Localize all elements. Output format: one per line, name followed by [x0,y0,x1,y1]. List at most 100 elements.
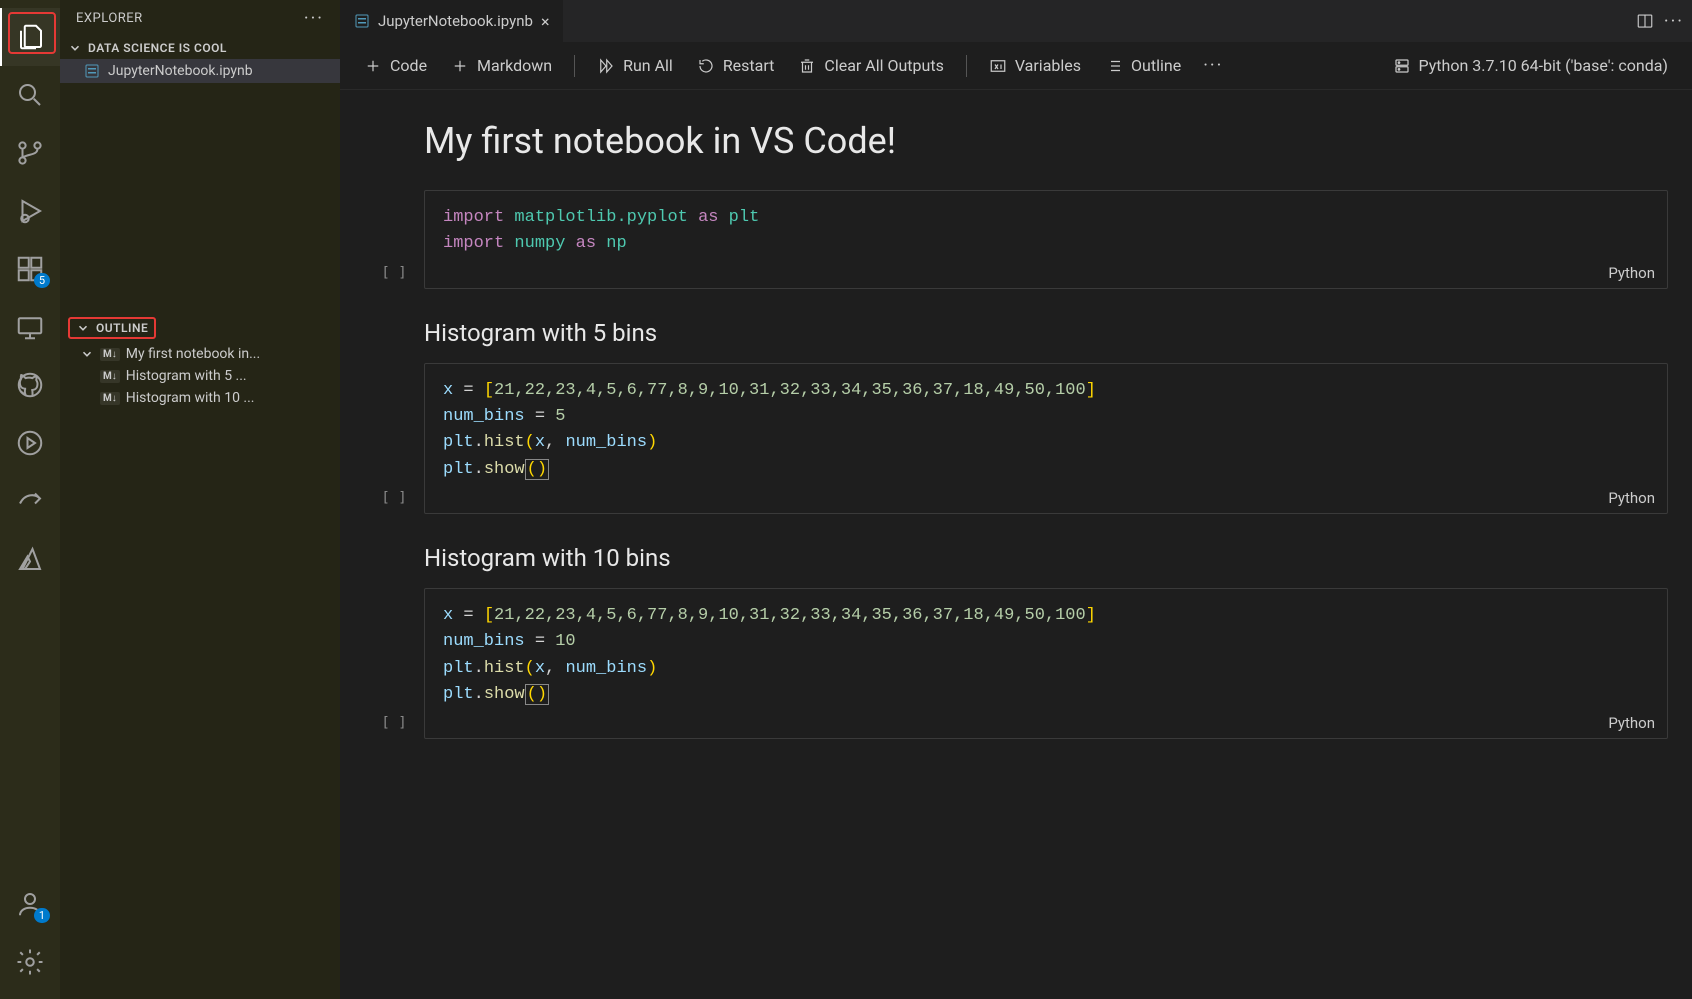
sidebar-more[interactable]: ··· [304,8,324,29]
notebook-title: My first notebook in VS Code! [424,120,1648,162]
clear-outputs-button[interactable]: Clear All Outputs [790,52,951,79]
add-code-label: Code [390,56,427,75]
gear-icon [15,947,45,977]
cell-language[interactable]: Python [1608,264,1655,282]
activity-accounts[interactable]: 1 [0,875,60,933]
branch-icon [15,138,45,168]
add-markdown-button[interactable]: Markdown [443,52,560,79]
markdown-icon: M↓ [100,348,120,361]
run-all-button[interactable]: Run All [589,52,681,79]
clear-outputs-label: Clear All Outputs [824,56,943,75]
file-item[interactable]: JupyterNotebook.ipynb [60,59,340,83]
chevron-down-icon [80,347,94,361]
outline-title: OUTLINE [96,321,148,335]
extensions-badge: 5 [34,273,50,288]
markdown-icon: M↓ [100,392,120,405]
outline-label: Histogram with 10 ... [126,390,255,406]
add-markdown-label: Markdown [477,56,552,75]
github-icon [15,370,45,400]
server-icon [1393,57,1411,75]
code-cell-1[interactable]: [ ] import matplotlib.pyplot as plt impo… [364,190,1668,289]
code-content[interactable]: import matplotlib.pyplot as plt import n… [425,197,1667,282]
cell-prompt: [ ] [364,190,424,289]
activity-playwright[interactable] [0,414,60,472]
variables-button[interactable]: Variables [981,52,1089,79]
kernel-label: Python 3.7.10 64-bit ('base': conda) [1419,56,1668,75]
outline-header[interactable]: OUTLINE [60,313,340,343]
sidebar-title: EXPLORER [76,11,143,26]
separator [966,55,967,77]
separator [574,55,575,77]
activity-run-debug[interactable] [0,182,60,240]
highlight-box-outline: OUTLINE [68,317,156,339]
activity-share[interactable] [0,472,60,530]
folder-header[interactable]: DATA SCIENCE IS COOL [60,37,340,59]
cell-prompt: [ ] [364,588,424,739]
activity-github[interactable] [0,356,60,414]
outline-label: My first notebook in... [126,346,260,362]
notebook-toolbar: Code Markdown Run All Restart Clear All … [340,42,1692,90]
activity-search[interactable] [0,66,60,124]
notebook-file-icon [84,63,100,79]
chevron-down-icon [68,41,82,55]
restart-label: Restart [723,56,775,75]
play-debug-icon [15,196,45,226]
remote-icon [15,312,45,342]
activity-settings[interactable] [0,933,60,991]
toolbar-more[interactable]: ··· [1203,55,1223,76]
play-circle-icon [15,428,45,458]
cell-language[interactable]: Python [1608,489,1655,507]
outline-label: Histogram with 5 ... [126,368,247,384]
cell-prompt: [ ] [364,363,424,514]
activity-bar: 5 1 [0,0,60,999]
outline-item-h1[interactable]: M↓ My first notebook in... [60,343,340,365]
code-cell-2[interactable]: [ ] x = [21,22,23,4,5,6,77,8,9,10,31,32,… [364,363,1668,514]
variables-label: Variables [1015,56,1081,75]
azure-icon [15,544,45,574]
activity-extensions[interactable]: 5 [0,240,60,298]
editor-area: JupyterNotebook.ipynb × ··· Code Markdow… [340,0,1692,999]
tab-label: JupyterNotebook.ipynb [378,12,533,30]
editor-more[interactable]: ··· [1664,11,1684,32]
notebook-body[interactable]: My first notebook in VS Code! [ ] import… [340,90,1692,999]
share-icon [15,486,45,516]
run-all-label: Run All [623,56,673,75]
activity-source-control[interactable] [0,124,60,182]
cell-language[interactable]: Python [1608,714,1655,732]
code-content[interactable]: x = [21,22,23,4,5,6,77,8,9,10,31,32,33,3… [425,595,1667,732]
markdown-icon: M↓ [100,370,120,383]
outline-label: Outline [1131,56,1181,75]
outline-item-h2b[interactable]: M↓ Histogram with 10 ... [60,387,340,409]
outline-item-h2a[interactable]: M↓ Histogram with 5 ... [60,365,340,387]
plus-icon [451,57,469,75]
activity-remote[interactable] [0,298,60,356]
kernel-selector[interactable]: Python 3.7.10 64-bit ('base': conda) [1385,52,1676,79]
tab-notebook[interactable]: JupyterNotebook.ipynb × [340,0,564,42]
heading-5bins: Histogram with 5 bins [424,319,1648,347]
activity-explorer[interactable] [0,8,60,66]
sidebar-header: EXPLORER ··· [60,0,340,37]
search-icon [15,80,45,110]
split-editor-icon[interactable] [1636,12,1654,30]
restart-button[interactable]: Restart [689,52,783,79]
outline-button[interactable]: Outline [1097,52,1189,79]
code-content[interactable]: x = [21,22,23,4,5,6,77,8,9,10,31,32,33,3… [425,370,1667,507]
sidebar: EXPLORER ··· DATA SCIENCE IS COOL Jupyte… [60,0,340,999]
chevron-down-icon [76,321,90,335]
clear-icon [798,57,816,75]
folder-name: DATA SCIENCE IS COOL [88,41,227,55]
notebook-file-icon [354,13,370,29]
activity-azure[interactable] [0,530,60,588]
play-all-icon [597,57,615,75]
outline-icon [1105,57,1123,75]
tab-bar: JupyterNotebook.ipynb × ··· [340,0,1692,42]
restart-icon [697,57,715,75]
variables-icon [989,57,1007,75]
close-icon[interactable]: × [541,12,550,31]
file-name: JupyterNotebook.ipynb [108,63,253,79]
accounts-badge: 1 [34,908,50,923]
heading-10bins: Histogram with 10 bins [424,544,1648,572]
code-cell-3[interactable]: [ ] x = [21,22,23,4,5,6,77,8,9,10,31,32,… [364,588,1668,739]
plus-icon [364,57,382,75]
add-code-button[interactable]: Code [356,52,435,79]
